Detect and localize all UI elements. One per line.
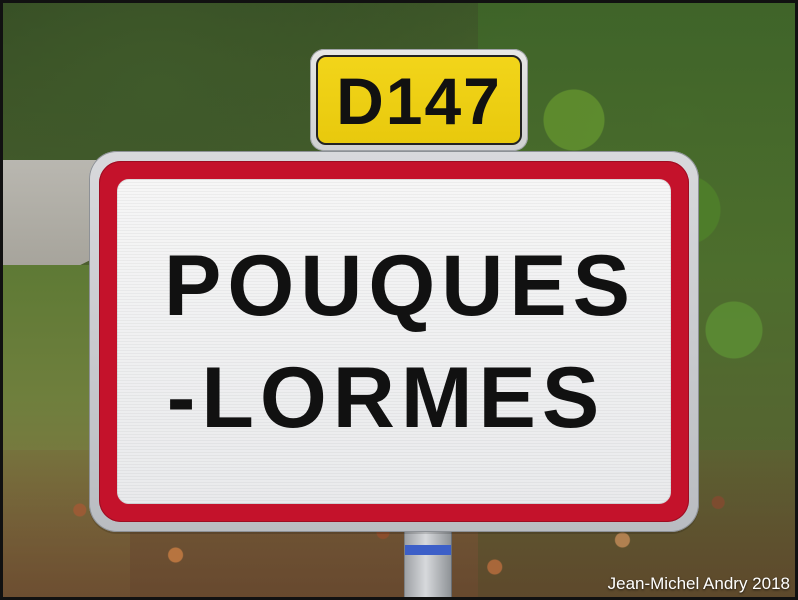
photo-frame: D147 POUQUES -LORMES Jean-Michel Andry 2… [0, 0, 798, 600]
route-plate: D147 [310, 49, 528, 151]
town-sign-white-panel: POUQUES -LORMES [117, 179, 671, 504]
town-name-line-2: -LORMES [166, 349, 606, 446]
town-sign-text-block: POUQUES -LORMES [117, 179, 671, 504]
post-blue-stripe [405, 545, 451, 555]
photo-credit: Jean-Michel Andry 2018 [607, 574, 790, 593]
town-sign: POUQUES -LORMES [89, 151, 699, 532]
town-name-line-1: POUQUES [163, 237, 637, 334]
route-plate-yellow: D147 [316, 55, 522, 145]
route-plate-text: D147 [336, 64, 502, 138]
